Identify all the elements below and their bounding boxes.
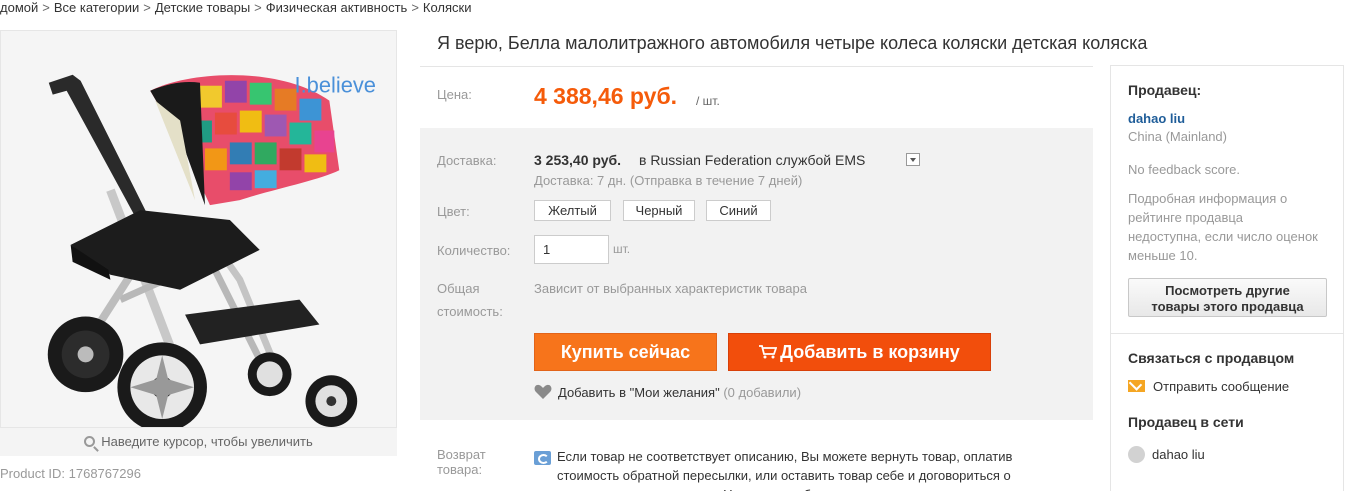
seller-other-items-line2: товары этого продавца xyxy=(1151,299,1304,314)
breadcrumb-separator: > xyxy=(143,0,151,15)
breadcrumb-physical-activity[interactable]: Физическая активность xyxy=(266,0,408,15)
shipping-price: 3 253,40 руб. xyxy=(534,152,622,168)
shipping-dropdown-icon[interactable] xyxy=(906,153,920,166)
breadcrumb-separator: > xyxy=(42,0,50,15)
product-id: Product ID: 1768767296 xyxy=(0,466,141,481)
brand-logo: I.believe xyxy=(295,73,376,98)
breadcrumb-strollers[interactable]: Коляски xyxy=(423,0,472,15)
product-title: Я верю, Белла малолитражного автомобиля … xyxy=(437,33,1148,53)
contact-seller-header: Связаться с продавцом xyxy=(1128,350,1295,366)
buy-now-button[interactable]: Купить сейчас xyxy=(534,333,717,371)
magnifier-icon xyxy=(84,436,96,447)
add-to-cart-button[interactable]: Добавить в корзину xyxy=(728,333,991,371)
seller-online-header: Продавец в сети xyxy=(1128,414,1244,430)
total-label-line1: Общая xyxy=(437,281,480,296)
breadcrumb-all-categories[interactable]: Все категории xyxy=(54,0,139,15)
breadcrumb-home[interactable]: домой xyxy=(0,0,38,15)
breadcrumb: домой > Все категории > Детские товары > Физич… xyxy=(0,0,472,18)
returns-label-line2: товара: xyxy=(437,462,483,477)
color-option-blue[interactable]: Синий xyxy=(706,200,771,221)
purchase-options-panel: Доставка: 3 253,40 руб. в Russian Federa… xyxy=(420,128,1093,420)
seller-online-link[interactable]: dahao liu xyxy=(1128,446,1205,463)
returns-text: Если товар не соответствует описанию, Вы… xyxy=(557,449,1013,491)
seller-feedback: No feedback score. xyxy=(1128,162,1241,177)
quantity-label: Количество: xyxy=(437,243,511,258)
price-label: Цена: xyxy=(437,87,472,102)
cart-icon xyxy=(759,345,778,359)
breadcrumb-separator: > xyxy=(411,0,419,15)
zoom-hint: Наведите курсор, чтобы увеличить xyxy=(0,428,397,456)
send-message-label: Отправить сообщение xyxy=(1153,379,1290,394)
zoom-hint-text: Наведите курсор, чтобы увеличить xyxy=(101,434,313,449)
color-option-yellow[interactable]: Желтый xyxy=(534,200,611,221)
product-image[interactable]: I.believe xyxy=(0,30,397,428)
color-label: Цвет: xyxy=(437,204,470,219)
returns-label-line1: Возврат xyxy=(437,447,486,462)
stroller-illustration: I.believe xyxy=(1,31,396,427)
seller-panel: Продавец: dahao liu China (Mainland) No … xyxy=(1110,65,1344,491)
seller-divider xyxy=(1111,333,1343,334)
price-value: 4 388,46 руб. xyxy=(534,83,678,109)
seller-other-items-line1: Посмотреть другие xyxy=(1165,283,1290,298)
return-icon xyxy=(534,451,551,465)
wishlist-count: (0 добавили) xyxy=(723,385,802,400)
breadcrumb-separator: > xyxy=(254,0,262,15)
shipping-time: Доставка: 7 дн. (Отправка в течение 7 дн… xyxy=(534,173,803,188)
wishlist-label: Добавить в "Мои желания" xyxy=(558,385,720,400)
wishlist-link[interactable]: Добавить в "Мои желания" (0 добавили) xyxy=(534,384,801,400)
online-status-icon xyxy=(1128,446,1145,463)
mail-icon xyxy=(1128,380,1145,392)
seller-rating-info: Подробная информация о рейтинге продавца… xyxy=(1128,191,1318,263)
returns-label: Возврат товара: xyxy=(437,447,486,477)
seller-country: China (Mainland) xyxy=(1128,129,1227,144)
add-to-cart-label: Добавить в корзину xyxy=(780,342,960,362)
total-label-line2: стоимость: xyxy=(437,304,503,319)
seller-name-link[interactable]: dahao liu xyxy=(1128,111,1185,126)
shipping-label: Доставка: xyxy=(437,153,497,168)
total-value: Зависит от выбранных характеристик товар… xyxy=(534,281,807,296)
send-message-link[interactable]: Отправить сообщение xyxy=(1128,379,1289,394)
quantity-unit: шт. xyxy=(613,242,631,256)
seller-online-name: dahao liu xyxy=(1152,447,1205,462)
seller-other-items-button[interactable]: Посмотреть другие товары этого продавца xyxy=(1128,278,1327,317)
price-unit: / шт. xyxy=(696,94,720,108)
price-row: Цена: 4 388,46 руб. / шт. xyxy=(420,66,1093,124)
breadcrumb-kids-goods[interactable]: Детские товары xyxy=(155,0,250,15)
quantity-input[interactable]: 1 xyxy=(534,235,609,264)
seller-header: Продавец: xyxy=(1128,82,1202,98)
shipping-destination: в Russian Federation службой EMS xyxy=(639,152,866,168)
color-option-black[interactable]: Черный xyxy=(623,200,695,221)
heart-icon xyxy=(534,384,552,399)
